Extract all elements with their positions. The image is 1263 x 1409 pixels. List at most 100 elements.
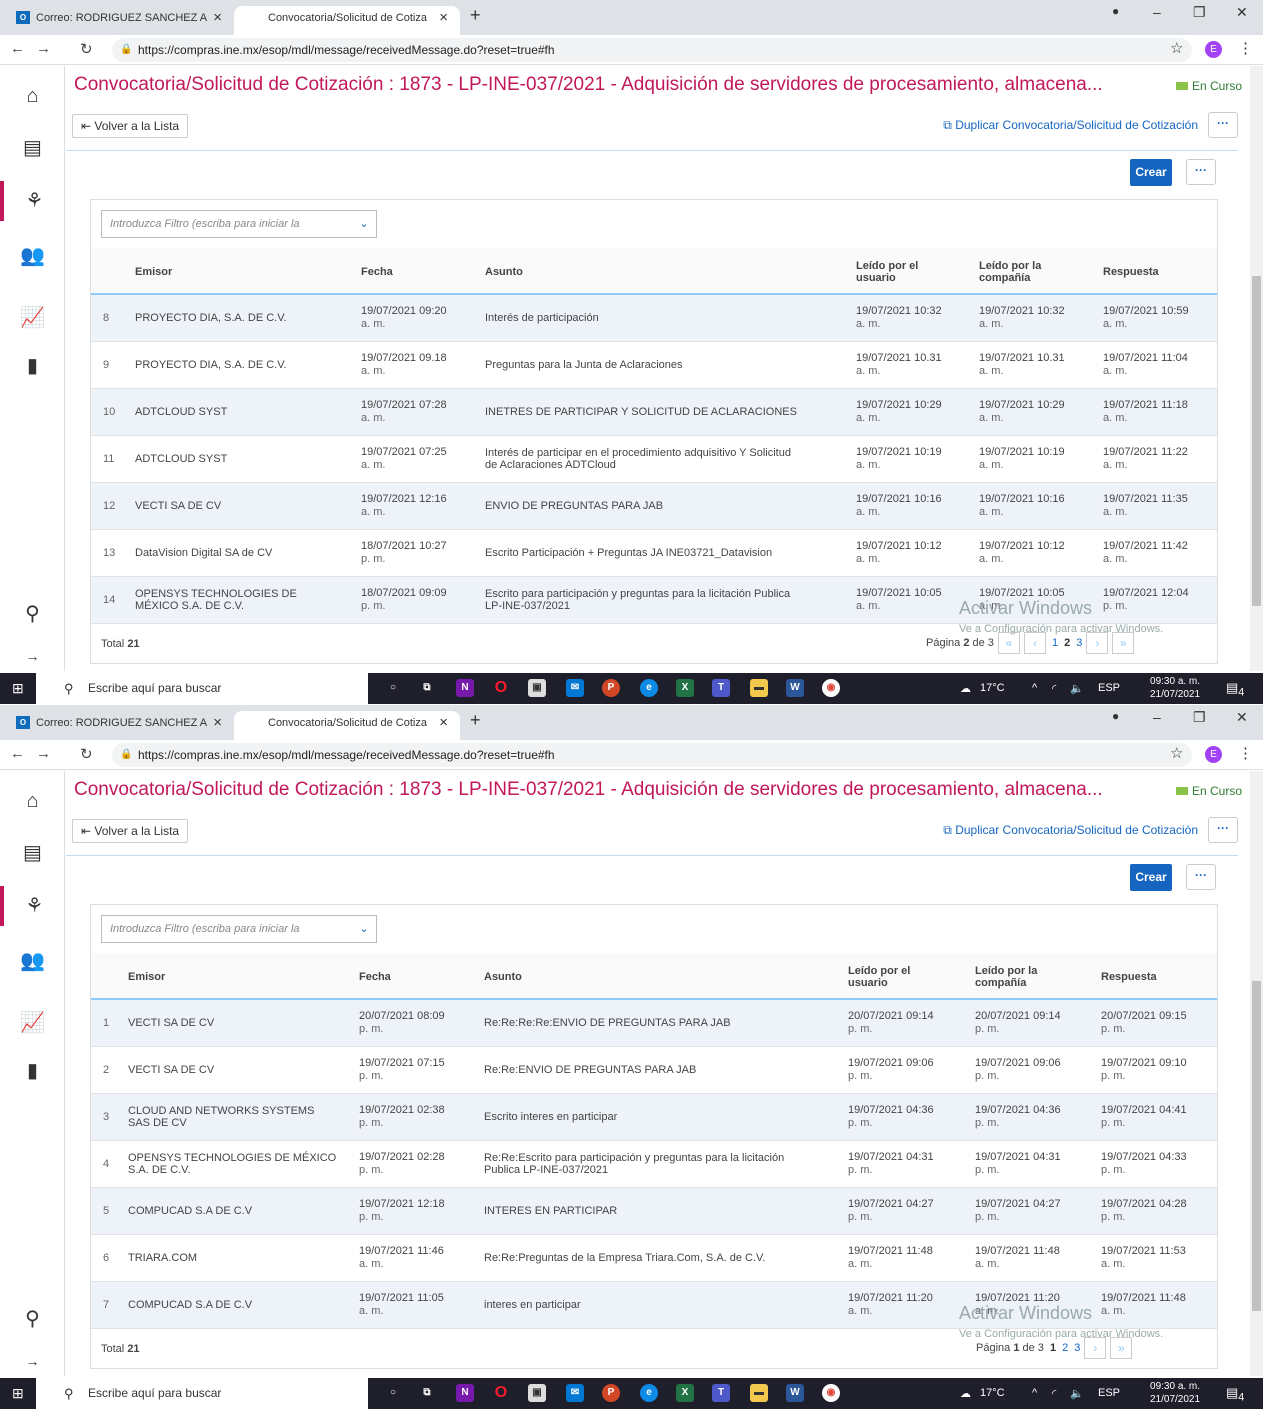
close-icon[interactable]: × — [439, 6, 448, 30]
handshake-icon[interactable]: ⚘ — [0, 886, 65, 926]
edge-icon[interactable]: e — [640, 1384, 658, 1402]
forward-icon[interactable]: → — [36, 40, 51, 57]
tab-convocatoria[interactable]: Convocatoria/Solicitud de Cotiza × — [234, 6, 460, 35]
teams-icon[interactable]: T — [712, 1384, 730, 1402]
task-view-icon[interactable]: ⧉ — [418, 679, 436, 697]
teams-icon[interactable]: T — [712, 679, 730, 697]
network-icon[interactable]: ◜ — [1052, 1387, 1056, 1400]
tab-mail[interactable]: O Correo: RODRIGUEZ SANCHEZ A × — [8, 711, 234, 740]
language[interactable]: ESP — [1098, 1387, 1120, 1399]
chrome-icon[interactable]: ◉ — [822, 679, 840, 697]
page-3-link[interactable]: 3 — [1076, 637, 1082, 649]
opera-icon[interactable]: O — [492, 679, 510, 697]
dashboard-icon[interactable]: ▤ — [0, 833, 65, 873]
windows-start-icon[interactable]: ⊞ — [12, 1385, 24, 1402]
scroll-thumb[interactable] — [1252, 981, 1261, 1311]
col-emisor[interactable]: Emisor — [128, 971, 165, 983]
page-2-link[interactable]: 2 — [1064, 637, 1070, 649]
table-row[interactable]: 2 VECTI SA DE CV 19/07/2021 07:15 p. m. Re:R… — [91, 1047, 1217, 1094]
col-emisor[interactable]: Emisor — [135, 266, 172, 278]
first-page-icon[interactable]: « — [997, 632, 1020, 654]
page-2-link[interactable]: 2 — [1062, 1342, 1068, 1354]
reload-icon[interactable]: ↻ — [80, 745, 93, 763]
scrollbar[interactable] — [1250, 771, 1263, 1376]
excel-icon[interactable]: X — [676, 679, 694, 697]
store-icon[interactable]: ▣ — [528, 679, 546, 697]
back-to-list-button[interactable]: ⇤ Volver a la Lista — [72, 819, 189, 843]
duplicate-link[interactable]: ⧉ Duplicar Convocatoria/Solicitud de Cot… — [943, 823, 1198, 838]
task-view-icon[interactable]: ⧉ — [418, 1384, 436, 1402]
scroll-thumb[interactable] — [1252, 276, 1261, 606]
clock[interactable]: 09:30 a. m. 21/07/2021 — [1150, 1380, 1200, 1406]
powerpoint-icon[interactable]: P — [602, 679, 620, 697]
restore-icon[interactable]: ❐ — [1193, 709, 1206, 726]
handshake-icon[interactable]: ⚘ — [0, 181, 65, 221]
onenote-icon[interactable]: N — [456, 679, 474, 697]
taskbar-search[interactable]: ⚲ Escribe aquí para buscar — [36, 1378, 368, 1409]
language[interactable]: ESP — [1098, 682, 1120, 694]
volume-icon[interactable]: 🔈 — [1070, 682, 1084, 695]
arrow-right-icon[interactable]: → — [0, 1341, 65, 1381]
back-to-list-button[interactable]: ⇤ Volver a la Lista — [72, 114, 189, 138]
store-icon[interactable]: ▣ — [528, 1384, 546, 1402]
dashboard-icon[interactable]: ▤ — [0, 128, 65, 168]
edge-icon[interactable]: e — [640, 679, 658, 697]
last-page-icon[interactable]: » — [1112, 632, 1135, 654]
create-button[interactable]: Crear — [1130, 864, 1172, 891]
close-icon[interactable]: × — [213, 711, 222, 735]
minimize-icon[interactable]: – — [1153, 4, 1161, 20]
search-icon[interactable]: ⚲ — [0, 594, 65, 634]
temperature[interactable]: 17°C — [980, 1387, 1005, 1399]
col-leido-compania[interactable]: Leído por la — [979, 260, 1041, 272]
table-row[interactable]: 10 ADTCLOUD SYST 19/07/2021 07:28 a. m. INET… — [91, 389, 1217, 436]
chevron-down-icon[interactable]: ⌄ — [352, 211, 376, 237]
create-button[interactable]: Crear — [1130, 159, 1172, 186]
col-leido-compania[interactable]: Leído por la — [975, 965, 1037, 977]
duplicate-link[interactable]: ⧉ Duplicar Convocatoria/Solicitud de Cot… — [943, 118, 1198, 133]
col-respuesta[interactable]: Respuesta — [1103, 266, 1159, 278]
last-page-icon[interactable]: » — [1110, 1337, 1133, 1359]
star-icon[interactable]: ☆ — [1170, 39, 1183, 57]
tray-chevron-icon[interactable]: ^ — [1032, 1387, 1037, 1399]
avatar[interactable]: E — [1205, 746, 1222, 763]
notifications-icon[interactable]: ▤4 — [1226, 680, 1244, 699]
scrollbar[interactable] — [1250, 66, 1263, 671]
avatar[interactable]: E — [1205, 41, 1222, 58]
word-icon[interactable]: W — [786, 679, 804, 697]
table-row[interactable]: 4 OPENSYS TECHNOLOGIES DE MÉXICO S.A. DE C… — [91, 1141, 1217, 1188]
browser-menu-icon[interactable]: ⋮ — [1238, 744, 1253, 762]
back-icon[interactable]: ← — [10, 745, 25, 762]
excel-icon[interactable]: X — [676, 1384, 694, 1402]
home-icon[interactable]: ⌂ — [0, 781, 65, 821]
filter-input[interactable]: Introduzca Filtro (escriba para iniciar … — [101, 915, 377, 943]
onenote-icon[interactable]: N — [456, 1384, 474, 1402]
search-icon[interactable]: ⚲ — [0, 1299, 65, 1339]
page-1-link[interactable]: 1 — [1052, 637, 1058, 649]
home-icon[interactable]: ⌂ — [0, 76, 65, 116]
url-field[interactable]: 🔒 https://compras.ine.mx/esop/mdl/message… — [112, 743, 1192, 767]
file-explorer-icon[interactable]: ▬ — [750, 1384, 768, 1402]
new-tab-icon[interactable]: + — [470, 710, 481, 731]
powerpoint-icon[interactable]: P — [602, 1384, 620, 1402]
chart-icon[interactable]: 📈 — [0, 298, 65, 338]
col-asunto[interactable]: Asunto — [484, 971, 522, 983]
panel-more-button[interactable]: ··· — [1186, 864, 1216, 890]
star-icon[interactable]: ☆ — [1170, 744, 1183, 762]
table-row[interactable]: 6 TRIARA.COM 19/07/2021 11:46 a. m. Re:Re:Pr… — [91, 1235, 1217, 1282]
prev-page-icon[interactable]: ‹ — [1023, 632, 1046, 654]
restore-icon[interactable]: ❐ — [1193, 4, 1206, 21]
minimize-icon[interactable]: – — [1153, 709, 1161, 725]
col-fecha[interactable]: Fecha — [359, 971, 391, 983]
tab-mail[interactable]: O Correo: RODRIGUEZ SANCHEZ A × — [8, 6, 234, 35]
table-row[interactable]: 8 PROYECTO DIA, S.A. DE C.V. 19/07/2021 09… — [91, 295, 1217, 342]
panel-more-button[interactable]: ··· — [1186, 159, 1216, 185]
next-page-icon[interactable]: › — [1086, 632, 1109, 654]
tray-chevron-icon[interactable]: ^ — [1032, 682, 1037, 694]
more-actions-button[interactable]: ··· — [1208, 112, 1238, 138]
file-explorer-icon[interactable]: ▬ — [750, 679, 768, 697]
table-row[interactable]: 9 PROYECTO DIA, S.A. DE C.V. 19/07/2021 09… — [91, 342, 1217, 389]
reload-icon[interactable]: ↻ — [80, 40, 93, 58]
col-leido-usuario[interactable]: Leído por el — [848, 965, 910, 977]
more-actions-button[interactable]: ··· — [1208, 817, 1238, 843]
col-respuesta[interactable]: Respuesta — [1101, 971, 1157, 983]
